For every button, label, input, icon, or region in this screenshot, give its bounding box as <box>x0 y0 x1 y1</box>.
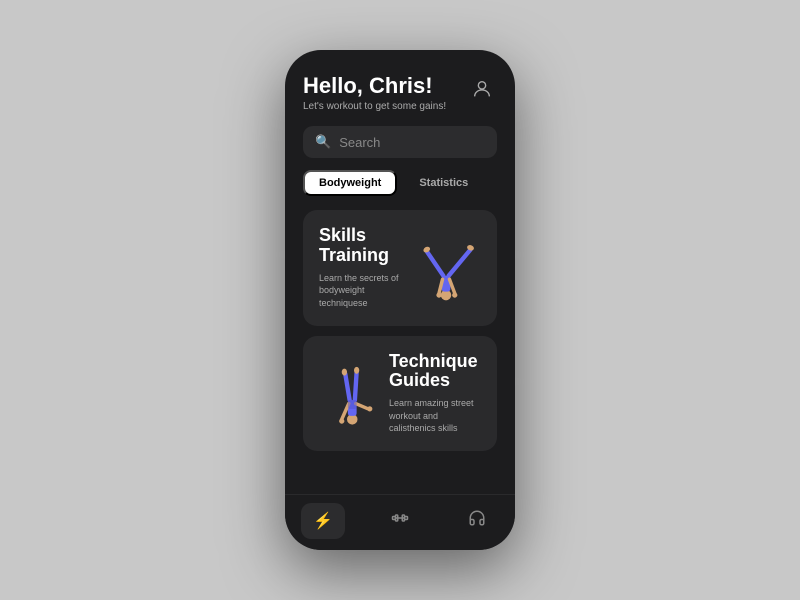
card-technique-guides[interactable]: TechniqueGuides Learn amazing street wor… <box>303 336 497 451</box>
nav-item-home[interactable]: ⚡ <box>301 503 345 539</box>
card-skills-desc: Learn the secrets of bodyweight techniqu… <box>319 272 411 310</box>
card-technique-title: TechniqueGuides <box>389 352 481 392</box>
tab-bodyweight[interactable]: Bodyweight <box>303 170 397 196</box>
dumbbell-icon <box>391 509 409 532</box>
card-skills-title: SkillsTraining <box>319 226 411 266</box>
headphones-icon <box>468 509 486 532</box>
card-technique-figure <box>319 356 389 431</box>
header: Hello, Chris! Let's workout to get some … <box>303 74 497 112</box>
bottom-nav: ⚡ <box>285 494 515 550</box>
card-skills-text: SkillsTraining Learn the secrets of body… <box>319 226 411 309</box>
card-skills-figure <box>411 230 481 305</box>
tab-statistics[interactable]: Statistics <box>405 170 482 196</box>
lightning-icon: ⚡ <box>313 511 333 531</box>
greeting-subtitle: Let's workout to get some gains! <box>303 101 446 112</box>
avatar[interactable] <box>467 74 497 104</box>
card-technique-text: TechniqueGuides Learn amazing street wor… <box>389 352 481 435</box>
cards-container: SkillsTraining Learn the secrets of body… <box>303 210 497 482</box>
search-bar[interactable]: 🔍 Search <box>303 126 497 158</box>
card-technique-desc: Learn amazing street workout and calisth… <box>389 397 481 435</box>
tabs-container: Bodyweight Statistics <box>303 170 497 196</box>
search-placeholder: Search <box>339 135 380 150</box>
nav-item-audio[interactable] <box>455 503 499 539</box>
phone-screen: Hello, Chris! Let's workout to get some … <box>285 50 515 550</box>
card-skills-training[interactable]: SkillsTraining Learn the secrets of body… <box>303 210 497 325</box>
phone-container: Hello, Chris! Let's workout to get some … <box>285 50 515 550</box>
content-area: Hello, Chris! Let's workout to get some … <box>285 50 515 494</box>
greeting-section: Hello, Chris! Let's workout to get some … <box>303 74 446 112</box>
nav-item-workout[interactable] <box>378 503 422 539</box>
greeting-title: Hello, Chris! <box>303 74 446 98</box>
search-icon: 🔍 <box>315 134 331 150</box>
